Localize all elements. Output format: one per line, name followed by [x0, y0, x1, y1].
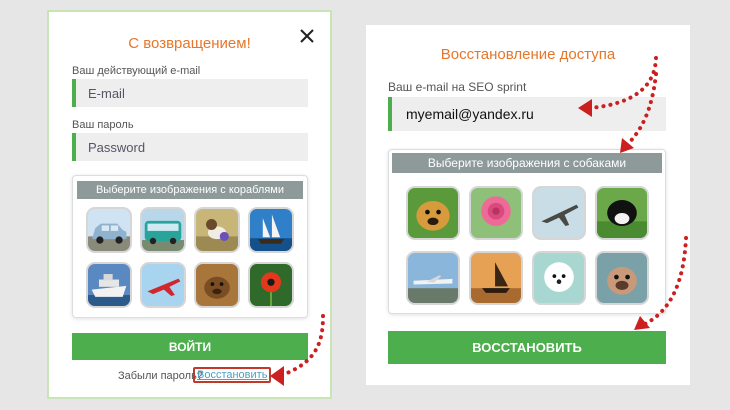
close-icon[interactable] — [298, 27, 316, 45]
boat-icon — [471, 253, 521, 303]
captcha-image-car[interactable] — [86, 207, 132, 253]
captcha-image-cruise-ship[interactable] — [86, 262, 132, 308]
captcha-image-white-dog[interactable] — [532, 251, 586, 305]
captcha-image-flower[interactable] — [248, 262, 294, 308]
captcha-image-rose[interactable] — [469, 186, 523, 240]
captcha-image-dog[interactable] — [406, 186, 460, 240]
captcha-box: Выберите изображения с кораблями — [72, 175, 308, 318]
restore-link[interactable]: Восстановить — [193, 367, 272, 383]
rose-icon — [471, 188, 521, 238]
captcha-title: Выберите изображения с кораблями — [77, 181, 303, 199]
captcha-image-boat[interactable] — [469, 251, 523, 305]
sailing-ship-icon — [250, 209, 292, 251]
captcha-image-airplane[interactable] — [532, 186, 586, 240]
cow-icon — [597, 188, 647, 238]
password-field[interactable] — [72, 133, 308, 161]
email-label: Ваш действующий e-mail — [72, 65, 201, 77]
captcha-image-jet-plane[interactable] — [140, 262, 186, 308]
airplane-icon — [534, 188, 584, 238]
restore-captcha-title: Выберите изображения с собаками — [392, 153, 662, 173]
flower-icon — [250, 264, 292, 306]
restore-email-label: Ваш e-mail на SEO sprint — [388, 80, 527, 94]
cruise-ship-icon — [88, 264, 130, 306]
captcha-image-bus[interactable] — [140, 207, 186, 253]
login-title: С возвращением! — [128, 35, 251, 52]
restore-title: Восстановление доступа — [440, 46, 616, 63]
email-field[interactable] — [72, 79, 308, 107]
password-label: Ваш пароль — [72, 119, 134, 131]
dog-icon — [196, 209, 238, 251]
captcha-image-dog[interactable] — [194, 207, 240, 253]
login-button[interactable]: ВОЙТИ — [72, 333, 308, 360]
bus-icon — [142, 209, 184, 251]
small-plane-icon — [408, 253, 458, 303]
restore-dialog: Восстановление доступа Ваш e-mail на SEO… — [366, 25, 690, 385]
dog-icon — [408, 188, 458, 238]
restore-email-field[interactable] — [388, 97, 666, 131]
bear-icon — [196, 264, 238, 306]
forgot-password-text: Забыли пароль? — [118, 370, 203, 382]
captcha-image-pug[interactable] — [595, 251, 649, 305]
restore-button[interactable]: ВОССТАНОВИТЬ — [388, 331, 666, 364]
jet-plane-icon — [142, 264, 184, 306]
pug-icon — [597, 253, 647, 303]
white-dog-icon — [534, 253, 584, 303]
restore-captcha-box: Выберите изображения с собаками — [388, 149, 666, 314]
login-dialog: С возвращением! Ваш действующий e-mail В… — [47, 10, 332, 399]
captcha-image-cow[interactable] — [595, 186, 649, 240]
captcha-image-sailing-ship[interactable] — [248, 207, 294, 253]
car-icon — [88, 209, 130, 251]
captcha-image-small-plane[interactable] — [406, 251, 460, 305]
captcha-image-bear[interactable] — [194, 262, 240, 308]
